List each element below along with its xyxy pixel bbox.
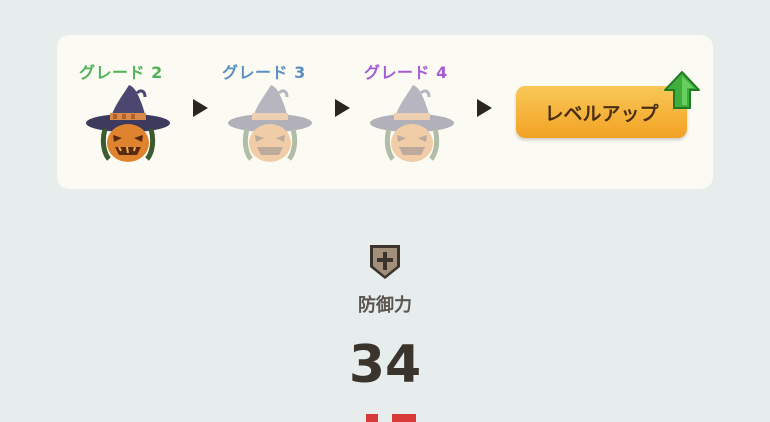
grade-3-label: グレード 3 xyxy=(222,63,306,82)
grade-4-label: グレード 4 xyxy=(364,63,448,82)
upgrade-panel: グレード 2 グレード 3 グレード 4 レベルアップ xyxy=(57,35,713,189)
defense-label: 防御力 xyxy=(358,295,412,316)
level-up-button[interactable]: レベルアップ xyxy=(516,86,687,138)
progression-arrow xyxy=(193,99,208,117)
shield-plus-icon xyxy=(368,243,402,281)
progression-arrow xyxy=(335,99,350,117)
grade-3-hat-icon xyxy=(225,83,315,165)
defense-value: 34 xyxy=(348,335,422,395)
red-indicator xyxy=(392,414,416,422)
grade-2-label: グレード 2 xyxy=(79,63,163,82)
grade-4-hat-icon xyxy=(367,83,457,165)
red-indicator xyxy=(366,414,378,422)
green-up-arrow-icon xyxy=(663,70,701,110)
grade-2-hat-icon xyxy=(83,83,173,165)
progression-arrow xyxy=(477,99,492,117)
